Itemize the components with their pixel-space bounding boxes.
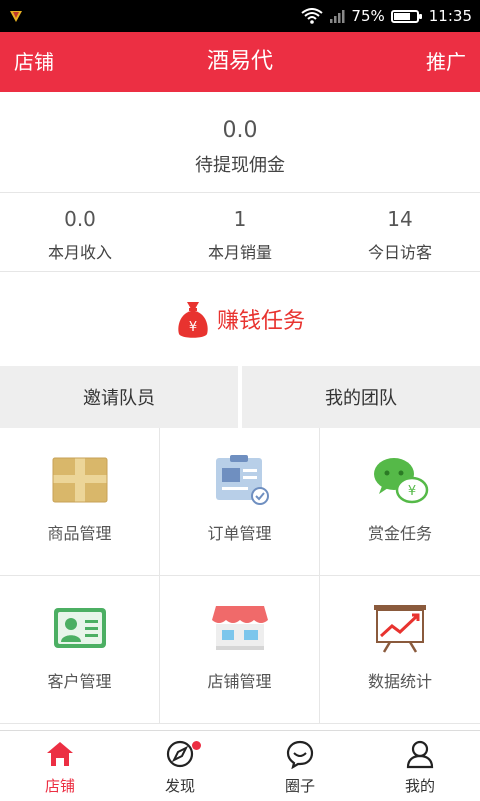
svg-text:¥: ¥ (189, 320, 197, 335)
stat-monthly-sales[interactable]: 1 本月销量 (160, 193, 320, 271)
function-grid: 商品管理 订单管理 ¥ 赏金任务 客户管理 店铺管理 数据统计 (0, 428, 480, 724)
grid-item-data-statistics[interactable]: 数据统计 (320, 576, 480, 724)
signal-icon (330, 10, 345, 23)
earn-money-task-label: 赚钱任务 (216, 309, 305, 334)
tab-label: 我的 (404, 777, 435, 795)
home-icon (47, 742, 73, 766)
earn-money-task-button[interactable]: ¥ 赚钱任务 (0, 272, 480, 366)
box-icon (52, 457, 107, 503)
invite-member-button[interactable]: 邀请队员 (0, 366, 238, 428)
money-bag-icon: ¥ (178, 302, 208, 338)
battery-icon (390, 9, 422, 23)
grid-item-customer-management[interactable]: 客户管理 (0, 576, 160, 724)
status-bar: 75% 11:35 (0, 0, 480, 32)
order-clipboard-icon (215, 455, 269, 505)
battery-percent: 75% (351, 7, 385, 25)
stat-label: 本月销量 (207, 243, 272, 262)
stat-value: 0.0 (64, 207, 96, 231)
stat-value: 1 (233, 207, 247, 231)
stat-today-visitors[interactable]: 14 今日访客 (320, 193, 480, 271)
compass-icon (166, 740, 194, 768)
contact-card-icon (53, 608, 106, 648)
chat-bubble-icon (286, 740, 314, 769)
pending-commission[interactable]: 0.0 待提现佣金 (0, 92, 480, 193)
storefront-icon (211, 606, 268, 650)
grid-item-label: 订单管理 (207, 524, 272, 543)
notification-dot (192, 741, 201, 750)
svg-text:¥: ¥ (408, 484, 416, 499)
grid-item-label: 商品管理 (47, 524, 112, 543)
grid-item-label: 赏金任务 (367, 524, 432, 543)
grid-item-product-management[interactable]: 商品管理 (0, 428, 160, 576)
tab-store[interactable]: 店铺 (0, 731, 120, 801)
wifi-icon (301, 8, 324, 24)
clock: 11:35 (428, 7, 472, 25)
chart-board-icon (374, 605, 426, 653)
stat-value: 14 (387, 207, 413, 231)
grid-item-label: 数据统计 (367, 672, 432, 691)
my-team-button[interactable]: 我的团队 (242, 366, 480, 428)
tab-label: 店铺 (44, 777, 75, 795)
grid-item-store-management[interactable]: 店铺管理 (160, 576, 320, 724)
stat-monthly-income[interactable]: 0.0 本月收入 (0, 193, 160, 271)
tab-label: 圈子 (284, 777, 315, 795)
page-title: 酒易代 (206, 49, 273, 74)
team-row: 邀请队员 我的团队 (0, 366, 480, 428)
grid-item-label: 客户管理 (47, 672, 112, 691)
wechat-reward-icon: ¥ (374, 458, 429, 504)
app-header: 店铺 酒易代 推广 (0, 32, 480, 92)
stat-label: 今日访客 (367, 243, 432, 262)
app-notification-icon (10, 11, 22, 22)
promote-button[interactable]: 推广 (426, 32, 466, 92)
grid-item-order-management[interactable]: 订单管理 (160, 428, 320, 576)
tab-mine[interactable]: 我的 (360, 731, 480, 801)
pending-commission-label: 待提现佣金 (195, 155, 285, 176)
stats-row: 0.0 本月收入 1 本月销量 14 今日访客 (0, 193, 480, 272)
grid-item-reward-task[interactable]: ¥ 赏金任务 (320, 428, 480, 576)
user-icon (406, 740, 434, 769)
stat-label: 本月收入 (47, 243, 112, 262)
tab-circle[interactable]: 圈子 (240, 731, 360, 801)
bottom-tab-bar: 店铺 发现 圈子 我的 (0, 730, 480, 801)
grid-item-label: 店铺管理 (207, 672, 272, 691)
tab-label: 发现 (164, 777, 195, 795)
pending-commission-value: 0.0 (222, 118, 258, 143)
tab-discover[interactable]: 发现 (120, 731, 240, 801)
